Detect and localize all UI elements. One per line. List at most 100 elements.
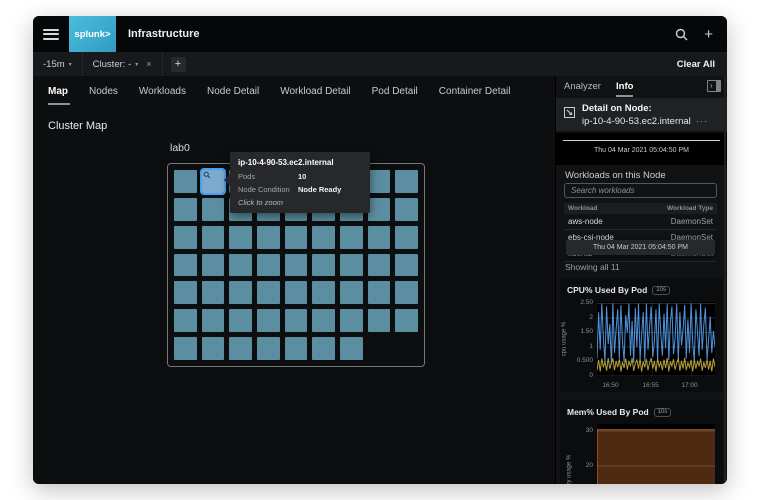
node-cell[interactable] [284, 281, 308, 305]
add-filter-button[interactable]: + [170, 56, 186, 72]
tab-nodes[interactable]: Nodes [89, 86, 118, 105]
node-cell[interactable] [367, 225, 391, 249]
node-cell[interactable] [174, 337, 197, 360]
node-cell[interactable] [229, 253, 252, 277]
main-panel: Map Nodes Workloads Node Detail Workload Det… [33, 76, 555, 484]
node-cell[interactable] [284, 253, 308, 277]
cpu-plot-area[interactable] [596, 302, 716, 377]
node-cell[interactable] [174, 197, 197, 221]
create-new-icon[interactable]: + [704, 27, 713, 42]
main-tabs: Map Nodes Workloads Node Detail Workload Det… [48, 86, 511, 105]
node-cell[interactable] [201, 309, 225, 333]
search-icon[interactable] [675, 28, 688, 41]
clear-all-button[interactable]: Clear All [677, 59, 715, 70]
node-cell[interactable] [367, 309, 391, 333]
node-cell[interactable] [256, 225, 280, 249]
remove-filter-icon[interactable]: × [146, 59, 151, 69]
y-axis-tick: 30 [585, 427, 593, 434]
cluster-filter[interactable]: Cluster: - ▾ × [83, 52, 162, 76]
tab-map[interactable]: Map [48, 86, 70, 105]
workload-name: aws-node [568, 217, 603, 226]
node-cell[interactable] [395, 170, 418, 193]
node-cell[interactable] [201, 337, 225, 360]
node-cell[interactable] [201, 197, 225, 221]
tab-info[interactable]: Info [616, 81, 634, 97]
tab-workloads[interactable]: Workloads [139, 86, 186, 105]
node-cell[interactable] [395, 197, 418, 221]
node-detail-icon [564, 105, 575, 123]
y-axis-tick: 1 [589, 342, 593, 350]
tab-workload-detail[interactable]: Workload Detail [280, 86, 350, 105]
workloads-heading: Workloads on this Node [565, 170, 666, 181]
node-cell[interactable] [312, 281, 335, 305]
node-cell[interactable] [284, 337, 308, 360]
node-menu-icon[interactable]: ··· [696, 116, 709, 127]
collapse-panel-icon[interactable]: › [707, 80, 721, 92]
node-cell[interactable] [174, 253, 197, 277]
sidebar-scrollbar[interactable] [724, 76, 726, 484]
node-cell[interactable] [256, 337, 280, 360]
node-cell[interactable] [339, 281, 363, 305]
node-cell[interactable] [312, 309, 335, 333]
workload-type: DaemonSet [670, 217, 713, 226]
tab-pod-detail[interactable]: Pod Detail [372, 86, 418, 105]
y-axis-tick: 2 [589, 313, 593, 321]
node-cell[interactable] [174, 170, 197, 193]
node-cell[interactable] [229, 337, 252, 360]
tab-node-detail[interactable]: Node Detail [207, 86, 259, 105]
timeline-block[interactable]: Thu 04 Mar 2021 05:04:50 PM [556, 133, 727, 165]
node-cell[interactable] [229, 309, 252, 333]
y-axis-tick: 2.50 [580, 299, 593, 307]
node-cell[interactable] [174, 225, 197, 249]
node-cell[interactable] [395, 281, 418, 305]
node-cell[interactable] [201, 281, 225, 305]
x-axis-tick: 16:50 [602, 382, 619, 389]
node-cell[interactable] [312, 337, 335, 360]
node-cell[interactable] [284, 309, 308, 333]
x-axis-tick: 17:00 [681, 382, 698, 389]
time-range-filter[interactable]: -15m ▾ [33, 52, 82, 76]
node-cell[interactable] [201, 253, 225, 277]
cpu-chart-card: CPU% Used By Pod 10s cpu usage % 0 0.500 1… [560, 278, 723, 392]
tooltip-pods-label: Pods [238, 172, 256, 181]
node-cell[interactable] [312, 253, 335, 277]
content-area: Map Nodes Workloads Node Detail Workload Det… [33, 76, 727, 484]
search-workloads-input[interactable] [564, 183, 717, 198]
node-cell[interactable] [284, 225, 308, 249]
node-cell[interactable] [174, 281, 197, 305]
col-workload: Workload [568, 205, 598, 212]
node-cell[interactable] [256, 309, 280, 333]
node-cell[interactable] [256, 253, 280, 277]
tab-container-detail[interactable]: Container Detail [439, 86, 511, 105]
node-cell[interactable] [312, 225, 335, 249]
node-cell[interactable] [174, 309, 197, 333]
splunk-logo: splunk> [69, 16, 116, 52]
hamburger-menu-icon[interactable] [43, 28, 59, 40]
node-cell[interactable] [339, 309, 363, 333]
node-cell[interactable] [229, 281, 252, 305]
node-cell[interactable] [395, 309, 418, 333]
node-cell[interactable] [367, 170, 391, 193]
node-cell-highlighted[interactable] [199, 168, 227, 195]
mem-chart-title: Mem% Used By Pod [567, 407, 649, 417]
node-cell[interactable] [201, 225, 225, 249]
tab-analyzer[interactable]: Analyzer [564, 81, 601, 92]
mem-chart-interval-badge: 10s [653, 407, 672, 417]
node-cell[interactable] [367, 281, 391, 305]
cluster-filter-label: Cluster: - [92, 58, 132, 70]
node-cell[interactable] [229, 225, 252, 249]
node-cell[interactable] [256, 281, 280, 305]
mem-plot-area[interactable] [597, 424, 715, 484]
node-cell[interactable] [367, 253, 391, 277]
detail-on-node-label: Detail on Node: [582, 103, 652, 114]
chevron-down-icon: ▾ [68, 61, 72, 68]
node-cell[interactable] [339, 253, 363, 277]
node-cell[interactable] [395, 253, 418, 277]
sidebar-tabs: Analyzer Info › [556, 76, 727, 98]
node-cell[interactable] [367, 197, 391, 221]
node-cell[interactable] [339, 225, 363, 249]
node-cell[interactable] [339, 337, 363, 360]
info-sidebar: Analyzer Info › Detail on Node: ip-10-4-… [555, 76, 727, 484]
node-cell[interactable] [395, 225, 418, 249]
table-row[interactable]: aws-node DaemonSet [564, 214, 717, 230]
